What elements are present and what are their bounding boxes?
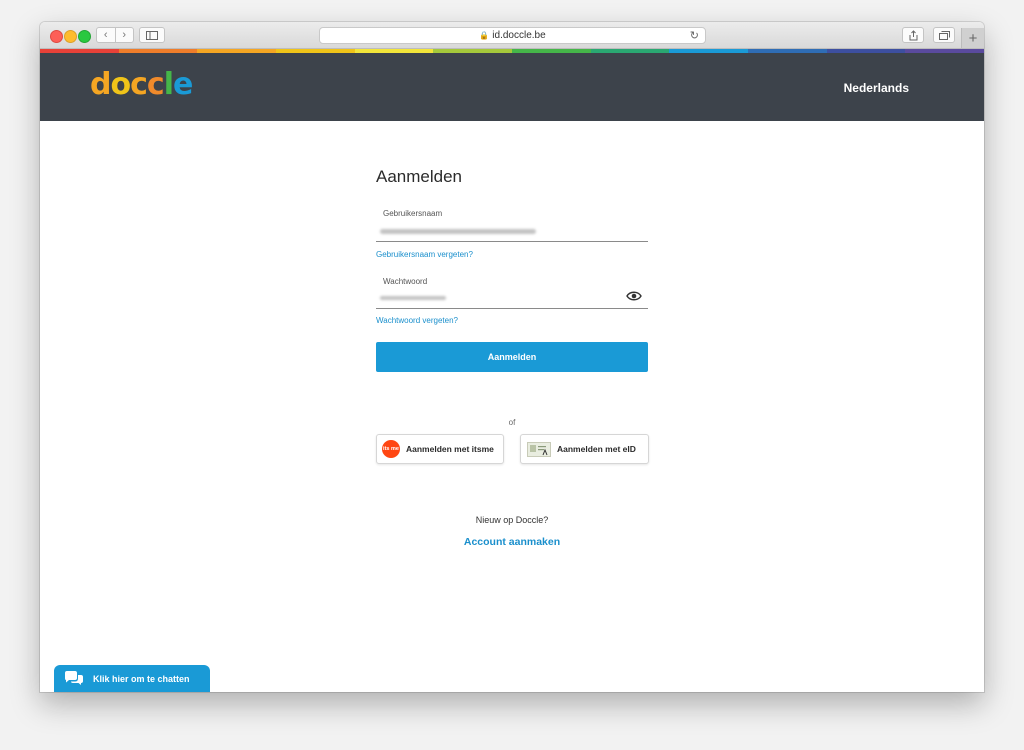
username-field[interactable] (376, 219, 648, 241)
new-tab-button[interactable]: + (961, 28, 984, 48)
eid-card-graphic (530, 444, 548, 455)
login-button[interactable]: Aanmelden (376, 342, 648, 372)
username-label: Gebruikersnaam (383, 209, 443, 218)
show-password-icon[interactable] (626, 290, 642, 302)
forgot-password-link[interactable]: Wachtwoord vergeten? (376, 316, 458, 325)
new-user-prompt: Nieuw op Doccle? (475, 515, 549, 525)
share-button[interactable] (902, 27, 924, 43)
forward-button[interactable]: › (116, 28, 134, 42)
sidebar-toggle-button[interactable] (139, 27, 165, 43)
logo-letter: e (173, 67, 193, 102)
eid-button-label: Aanmelden met eID (557, 444, 636, 454)
history-nav: ‹ › (96, 27, 134, 43)
chat-button-label: Klik hier om te chatten (93, 673, 190, 684)
password-field[interactable] (376, 287, 621, 308)
itsme-button-label: Aanmelden met itsme (406, 444, 494, 454)
logo-letter: c (130, 67, 148, 102)
itsme-logo: its me (382, 440, 400, 458)
minimize-window-button[interactable] (64, 30, 77, 43)
logo-letter: c (146, 67, 165, 102)
password-value-masked (380, 296, 446, 300)
password-underline (376, 308, 648, 309)
tabs-icon (938, 30, 950, 40)
chat-button[interactable]: Klik hier om te chatten (54, 665, 210, 692)
share-icon (909, 29, 917, 40)
eid-login-button[interactable]: Aanmelden met eID (520, 434, 649, 464)
username-underline (376, 241, 648, 242)
tabs-overview-button[interactable] (933, 27, 955, 43)
page-title: Aanmelden (376, 167, 463, 186)
logo-letter: d (90, 67, 112, 102)
back-button[interactable]: ‹ (97, 28, 116, 42)
site-header: doccle Nederlands (40, 53, 984, 121)
doccle-logo[interactable]: doccle (90, 67, 193, 102)
create-account-link[interactable]: Account aanmaken (376, 536, 648, 548)
address-text: id.doccle.be (492, 30, 546, 41)
itsme-login-button[interactable]: its me Aanmelden met itsme (376, 434, 504, 464)
address-bar[interactable]: 🔒 id.doccle.be ↻ (319, 27, 706, 44)
browser-window: ‹ › 🔒 id.doccle.be ↻ + doccle Nederlands… (40, 22, 984, 692)
close-window-button[interactable] (50, 30, 63, 43)
reload-icon[interactable]: ↻ (690, 29, 699, 42)
browser-titlebar: ‹ › 🔒 id.doccle.be ↻ + (40, 22, 984, 49)
chat-bubbles-icon (65, 671, 83, 685)
zoom-window-button[interactable] (78, 30, 91, 43)
or-divider: of (508, 418, 516, 427)
eid-card-icon (527, 441, 551, 457)
forgot-username-link[interactable]: Gebruikersnaam vergeten? (376, 250, 473, 259)
logo-letter: o (110, 67, 131, 102)
language-switch[interactable]: Nederlands (844, 81, 909, 95)
lock-icon: 🔒 (479, 31, 490, 40)
password-label: Wachtwoord (383, 277, 428, 286)
sidebar-icon (146, 30, 158, 40)
logo-letter: l (163, 67, 174, 102)
username-value-blurred (380, 229, 536, 234)
